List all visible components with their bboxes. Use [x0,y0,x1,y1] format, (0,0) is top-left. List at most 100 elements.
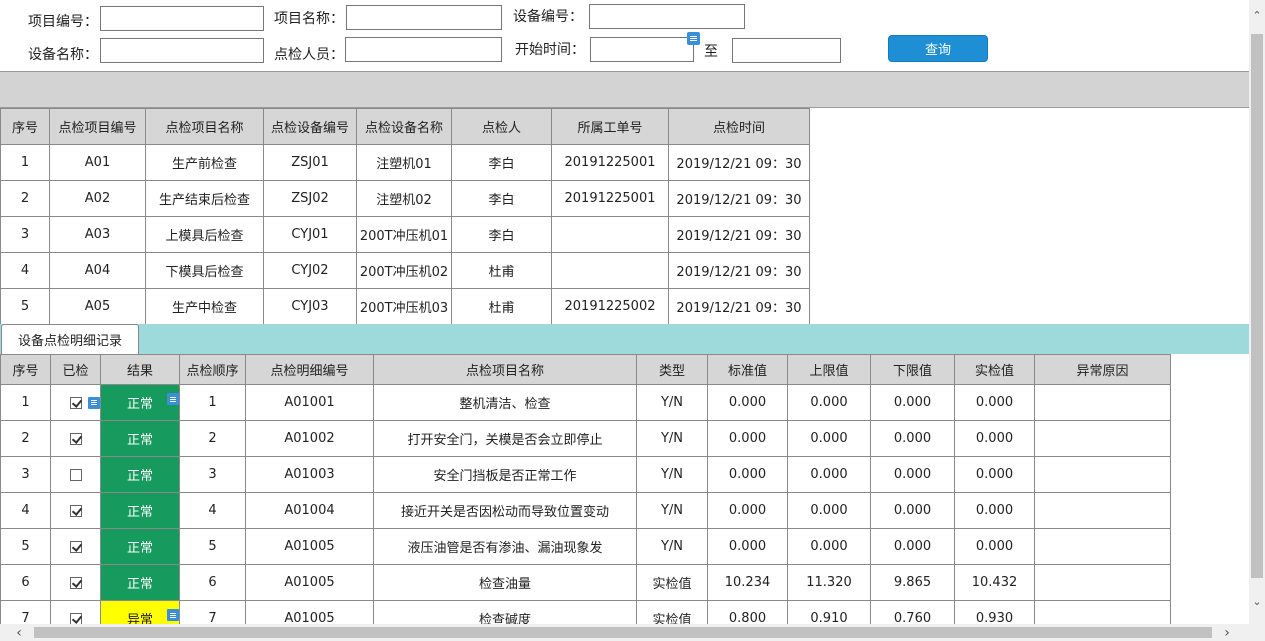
table-row[interactable]: 4 A04 下模具后检查 CYJ02 200T冲压机02 杜甫 2019/12/21 09：… [0,252,810,289]
menu-icon[interactable] [167,393,179,405]
detail-cell-std: 10.234 [707,564,788,601]
table-row[interactable]: 1 A01 生产前检查 ZSJ01 注塑机01 李白 20191225001 2019/12/… [0,144,810,181]
checkbox-checked[interactable] [69,432,82,445]
detail-header-cell[interactable]: 标准值 [707,354,788,385]
main-cell: ZSJ02 [263,180,357,217]
detail-cell-name: 检查油量 [373,564,637,601]
menu-icon[interactable] [88,396,100,409]
table-row[interactable]: 2 A02 生产结束后检查 ZSJ02 注塑机02 李白 20191225001 2019/1… [0,180,810,217]
main-cell: 注塑机02 [356,180,452,217]
main-cell: 李白 [451,180,552,217]
detail-cell-std: 0.000 [707,528,788,565]
detail-cell-std: 0.000 [707,492,788,529]
scroll-right-icon[interactable]: › [1220,625,1234,641]
main-cell: 200T冲压机02 [356,252,452,289]
project-code-label: 项目编号： [28,14,98,30]
detail-cell-std: 0.000 [707,420,788,457]
scroll-down-icon[interactable]: ⌄ [1249,594,1265,608]
device-code-input[interactable] [589,4,745,29]
checked-cell [50,384,101,421]
main-cell: 2019/12/21 09：30 [668,252,810,289]
table-row[interactable]: 1 正常 1 A01001 整机清洁、检查 Y/N 0.000 0.000 0.000 0.000 [0,384,1171,421]
detail-header-cell[interactable]: 结果 [100,354,180,385]
detail-header-cell[interactable]: 上限值 [787,354,871,385]
vertical-scrollbar[interactable]: ⌃ ⌄ [1249,0,1265,624]
inspector-input[interactable] [345,37,502,62]
detail-header-cell[interactable]: 异常原因 [1034,354,1171,385]
start-time-input[interactable] [590,37,694,62]
checkbox-checked[interactable] [69,576,82,589]
table-row[interactable]: 4 正常 4 A01004 接近开关是否因松动而导致位置变动 Y/N 0.000 0.000 0… [0,492,1171,529]
calendar-icon[interactable] [687,32,700,45]
end-time-input[interactable] [732,38,841,63]
checkbox-unchecked[interactable] [69,468,82,481]
detail-cell-lower: 9.865 [870,564,955,601]
table-row[interactable]: 5 A05 生产中检查 CYJ03 200T冲压机03 杜甫 20191225002 2019… [0,288,810,325]
detail-cell-type: Y/N [636,420,708,457]
main-cell: 20191225001 [551,180,669,217]
tab-detail-records[interactable]: 设备点检明细记录 [1,324,139,354]
main-cell: A05 [49,288,146,325]
detail-cell-name: 接近开关是否因松动而导致位置变动 [373,492,637,529]
horizontal-scrollbar[interactable]: ‹ › [0,624,1265,641]
table-row[interactable]: 3 A03 上模具后检查 CYJ01 200T冲压机01 李白 2019/12/21 09：… [0,216,810,253]
project-name-input[interactable] [346,5,502,30]
detail-cell-actual: 10.432 [954,564,1035,601]
table-row[interactable]: 3 正常 3 A01003 安全门挡板是否正常工作 Y/N 0.000 0.000 0.000 0… [0,456,1171,493]
detail-cell-name: 液压油管是否有渗油、漏油现象发 [373,528,637,565]
result-cell: 正常 [100,420,180,457]
device-name-input[interactable] [100,38,264,63]
checkbox-checked[interactable] [69,540,82,553]
main-header-cell[interactable]: 点检设备名称 [356,108,452,145]
detail-header-cell[interactable]: 类型 [636,354,708,385]
grid-toolbar [0,71,1249,108]
query-button[interactable]: 查询 [888,35,988,62]
detail-cell-no: 4 [0,492,51,529]
main-header-cell[interactable]: 点检人 [451,108,552,145]
detail-header-cell[interactable]: 点检明细编号 [245,354,374,385]
horizontal-scroll-thumb[interactable] [34,627,1212,638]
detail-header-cell[interactable]: 已检 [50,354,101,385]
main-header-cell[interactable]: 序号 [0,108,50,145]
main-cell: A04 [49,252,146,289]
detail-cell-actual: 0.000 [954,492,1035,529]
vertical-scroll-thumb[interactable] [1251,34,1263,578]
main-cell: ZSJ01 [263,144,357,181]
table-row[interactable]: 2 正常 2 A01002 打开安全门，关模是否会立即停止 Y/N 0.000 0.000 0.… [0,420,1171,457]
status-badge: 正常 [126,505,153,520]
checkbox-checked[interactable] [69,396,82,409]
detail-cell-upper: 0.000 [787,528,871,565]
detail-cell-no: 6 [0,564,51,601]
result-cell: 正常 [100,564,180,601]
table-row[interactable]: 5 正常 5 A01005 液压油管是否有渗油、漏油现象发 Y/N 0.000 0.000 0.… [0,528,1171,565]
menu-icon[interactable] [167,609,179,621]
main-header-cell[interactable]: 点检项目编号 [49,108,146,145]
main-header-cell[interactable]: 点检时间 [668,108,810,145]
detail-cell-order: 1 [179,384,246,421]
main-header-cell[interactable]: 点检设备编号 [263,108,357,145]
main-header-cell[interactable]: 所属工单号 [551,108,669,145]
checkbox-checked[interactable] [69,504,82,517]
main-cell: 20191225001 [551,144,669,181]
detail-cell-lower: 0.000 [870,456,955,493]
detail-header-cell[interactable]: 实检值 [954,354,1035,385]
detail-cell-type: 实检值 [636,564,708,601]
main-cell: CYJ03 [263,288,357,325]
checked-cell [50,456,101,493]
main-cell: 3 [0,216,50,253]
inspection-main-table: 序号 点检项目编号 点检项目名称 点检设备编号 点检设备名称 点检人 所属工单号 点检时间 1… [0,108,810,325]
detail-tab-band [0,324,1249,354]
table-row[interactable]: 6 正常 6 A01005 检查油量 实检值 10.234 11.320 9.865 10.432 [0,564,1171,601]
checkbox-checked[interactable] [69,612,82,625]
main-header-cell[interactable]: 点检项目名称 [145,108,264,145]
scroll-up-icon[interactable]: ⌃ [1249,8,1265,22]
detail-header-cell[interactable]: 下限值 [870,354,955,385]
main-cell: 1 [0,144,50,181]
detail-header-cell[interactable]: 点检项目名称 [373,354,637,385]
scroll-left-icon[interactable]: ‹ [12,625,26,641]
detail-header-cell[interactable]: 点检顺序 [179,354,246,385]
main-cell: 2019/12/21 09：30 [668,288,810,325]
project-code-input[interactable] [100,6,264,31]
detail-header-cell[interactable]: 序号 [0,354,51,385]
main-cell: 注塑机01 [356,144,452,181]
